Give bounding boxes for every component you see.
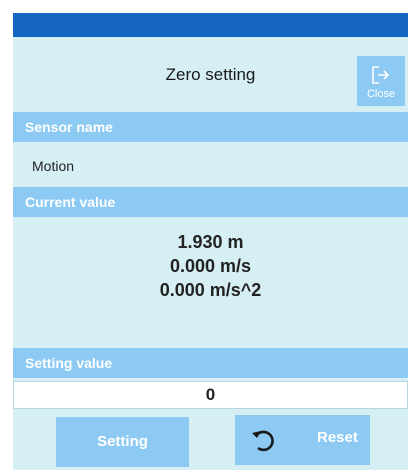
current-value-header: Current value <box>13 187 408 217</box>
setting-value-input[interactable]: 0 <box>13 381 408 409</box>
reset-button-label: Reset <box>317 429 358 446</box>
sensor-name-header: Sensor name <box>13 112 408 142</box>
setting-button-label: Setting <box>97 433 148 450</box>
dialog-title: Zero setting <box>165 65 256 84</box>
sensor-name-value: Motion <box>13 145 408 187</box>
close-label: Close <box>366 88 396 100</box>
acceleration-readout: 0.000 m/s^2 <box>159 280 262 300</box>
reset-button[interactable]: Reset <box>235 415 370 465</box>
zero-setting-dialog: Zero setting Close Sensor name Motion Cu… <box>13 13 408 470</box>
exit-icon <box>372 66 390 84</box>
button-bar: Setting Reset <box>13 411 408 470</box>
title-bar: Zero setting Close <box>13 37 408 112</box>
velocity-readout: 0.000 m/s <box>169 256 252 276</box>
current-value-panel: 1.930 m 0.000 m/s 0.000 m/s^2 <box>13 220 408 348</box>
setting-value-header: Setting value <box>13 348 408 378</box>
setting-button[interactable]: Setting <box>56 417 189 467</box>
window-topbar <box>13 13 408 37</box>
undo-icon <box>252 430 274 452</box>
close-button[interactable]: Close <box>357 56 405 106</box>
position-readout: 1.930 m <box>177 232 244 252</box>
